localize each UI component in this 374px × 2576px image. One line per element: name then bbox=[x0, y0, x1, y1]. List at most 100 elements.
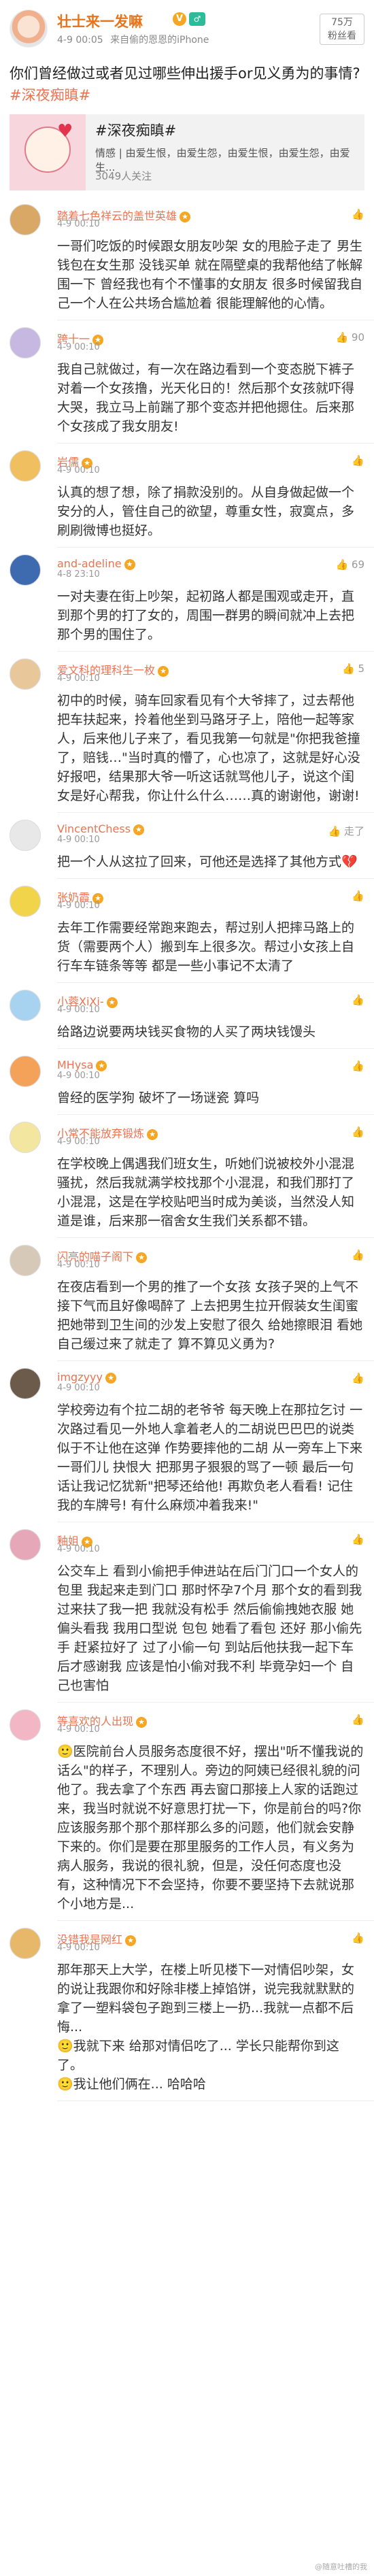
member-badge-icon: ★ bbox=[180, 211, 191, 222]
comment-item: 跨十一 ★ 4-9 00:10 👍 90 我自己就做过，有一次在路边看到一个变态脱下裤子… bbox=[0, 320, 374, 443]
thumbs-up-icon: 👍 bbox=[352, 1932, 364, 1944]
verified-badge-icon: V bbox=[173, 12, 186, 26]
comment-time: 4-9 00:10 bbox=[57, 465, 100, 475]
commenter-avatar[interactable] bbox=[10, 1056, 41, 1087]
comment-text: 那年那天上大学，在楼上听见楼下一对情侣吵架，女的说让我跟你和好除非楼上掉馅饼，说… bbox=[57, 1962, 355, 2092]
topic-follow-count: 3049人关注 bbox=[95, 170, 152, 182]
member-badge-icon: ★ bbox=[147, 1128, 158, 1140]
comment-text: 认真的想了想，除了捐款没别的。从自身做起做一个安分的人，管住自己的欲望，尊重女性… bbox=[57, 485, 355, 538]
thumbs-up-icon: 👍 bbox=[352, 1060, 364, 1072]
commenter-avatar[interactable] bbox=[10, 1529, 41, 1560]
commenter-avatar[interactable] bbox=[10, 1368, 41, 1399]
post-author-name[interactable]: 壮士来一发嘛 bbox=[57, 11, 143, 31]
like-button[interactable]: 👍 bbox=[352, 1249, 364, 1261]
comment-item: 小蓉XiXi- ★ 4-9 00:10 👍 给路边说要两块钱买食物的人买了两块钱馒头 bbox=[0, 983, 374, 1048]
post-hashtag[interactable]: #深夜痴瞋# bbox=[10, 87, 90, 103]
thumbs-up-icon: 👍 bbox=[352, 1372, 364, 1384]
like-button[interactable]: 👍 bbox=[352, 1126, 364, 1138]
comment-text: 初中的时候，骑车回家看见有个大爷摔了，过去帮他把车扶起来，拎着他坐到马路牙子上，… bbox=[57, 693, 360, 803]
comment-text: 去年工作需要经常跑来跑去，帮过别人把摔马路上的货（需要两个人）搬到车上很多次。帮… bbox=[57, 920, 355, 973]
heart-icon: ♥ bbox=[57, 121, 73, 141]
member-badge-icon: ★ bbox=[105, 1372, 116, 1384]
commenter-name[interactable]: MHysa ★ bbox=[57, 1053, 364, 1071]
thumbs-up-icon: 👍 bbox=[352, 1126, 364, 1138]
commenter-name[interactable]: VincentChess ★ bbox=[57, 817, 364, 835]
commenter-avatar[interactable] bbox=[10, 990, 41, 1021]
like-button[interactable]: 👍 bbox=[352, 208, 364, 220]
commenter-avatar[interactable] bbox=[10, 1245, 41, 1276]
watermark: @随意吐槽的我 bbox=[315, 2562, 367, 2571]
comment-item: 没错我是网红 ★ 4-9 00:10 👍 那年那天上大学，在楼上听见楼下一对情侣吵架，… bbox=[0, 1921, 374, 2101]
commenter-avatar[interactable] bbox=[10, 820, 41, 851]
commenter-name[interactable]: 没错我是网红 ★ bbox=[57, 1925, 364, 1946]
commenter-name[interactable]: imgzyyy ★ bbox=[57, 1365, 364, 1384]
like-button[interactable]: 👍 bbox=[352, 994, 364, 1006]
commenter-avatar[interactable] bbox=[10, 327, 41, 358]
commenter-name[interactable]: 岩儒 ★ bbox=[57, 448, 364, 469]
commenter-avatar[interactable] bbox=[10, 1122, 41, 1153]
like-button[interactable]: 👍 走了 bbox=[328, 824, 364, 838]
like-button[interactable]: 👍 bbox=[352, 1713, 364, 1726]
comment-text: 在夜店看到一个男的推了一个女孩 女孩子哭的上气不接下气而且好像喝醉了 上去把男生… bbox=[57, 1279, 363, 1352]
post-meta: 4-9 00:05 来自偷的恩恩的iPhone bbox=[57, 33, 209, 46]
comment-item: VincentChess ★ 4-9 00:10 👍 走了 把一个人从这拉了回来，可他还… bbox=[0, 813, 374, 878]
commenter-avatar[interactable] bbox=[10, 204, 41, 235]
commenter-name[interactable]: 等喜欢的人出现 ★ bbox=[57, 1707, 364, 1728]
like-button[interactable]: 👍 bbox=[352, 1372, 364, 1384]
commenter-name[interactable]: and-adeline ★ bbox=[57, 552, 364, 570]
commenter-avatar[interactable] bbox=[10, 1928, 41, 1959]
commenter-name[interactable]: 小蓉XiXi- ★ bbox=[57, 987, 364, 1008]
like-button[interactable]: 👍 bbox=[352, 890, 364, 902]
commenter-avatar[interactable] bbox=[10, 1709, 41, 1741]
member-badge-icon: ★ bbox=[124, 558, 135, 570]
comment-item: 闪亮的喵子阁下 ★ 4-9 00:10 👍 在夜店看到一个男的推了一个女孩 女孩子哭的… bbox=[0, 1238, 374, 1360]
member-badge-icon: ★ bbox=[136, 1716, 148, 1728]
commenter-name[interactable]: 小常不能放弃锻炼 ★ bbox=[57, 1119, 364, 1140]
comment-text: 把一个人从这拉了回来，可他还是选择了其他方式💔 bbox=[57, 854, 358, 869]
thumbs-up-icon: 👍 bbox=[352, 454, 364, 467]
member-badge-icon: ★ bbox=[125, 1935, 137, 1946]
thumbs-up-icon: 👍 bbox=[335, 331, 352, 344]
thumbs-up-icon: 👍 bbox=[352, 994, 364, 1006]
comment-item: 爱文科的理科生一枚 ★ 4-9 00:10 👍 5 初中的时候，骑车回家看见有个大爷摔了… bbox=[0, 652, 374, 812]
comment-item: 岩儒 ★ 4-9 00:10 👍 认真的想了想，除了捐款没别的。从自身做起做一个安分的… bbox=[0, 444, 374, 547]
comment-time: 4-9 00:10 bbox=[57, 1383, 100, 1393]
like-button[interactable]: 👍 bbox=[352, 1060, 364, 1072]
post-author-avatar[interactable] bbox=[10, 10, 48, 48]
commenter-avatar[interactable] bbox=[10, 658, 41, 690]
comment-time: 4-8 23:10 bbox=[57, 569, 100, 580]
commenter-name[interactable]: 闪亮的喵子阁下 ★ bbox=[57, 1242, 364, 1263]
like-count: 走了 bbox=[343, 825, 364, 837]
commenter-avatar[interactable] bbox=[10, 886, 41, 917]
like-button[interactable]: 👍 bbox=[352, 454, 364, 467]
commenter-name[interactable]: 张奶霞 ★ bbox=[57, 883, 364, 904]
commenter-name-text: VincentChess bbox=[57, 822, 131, 835]
commenter-name[interactable]: 釉姐 ★ bbox=[57, 1526, 364, 1548]
post-source: 来自偷的恩恩的iPhone bbox=[110, 35, 209, 46]
post-header: 壮士来一发嘛 V ♂ 4-9 00:05 来自偷的恩恩的iPhone 75万 粉… bbox=[0, 0, 374, 48]
thumbs-up-icon: 👍 bbox=[335, 558, 352, 571]
follower-box[interactable]: 75万 粉丝看 bbox=[320, 14, 364, 45]
like-button[interactable]: 👍 5 bbox=[342, 663, 364, 675]
like-button[interactable]: 👍 bbox=[352, 1932, 364, 1944]
commenter-name[interactable]: 爱文科的理科生一枚 ★ bbox=[57, 656, 364, 677]
commenter-avatar[interactable] bbox=[10, 554, 41, 586]
commenter-avatar[interactable] bbox=[10, 450, 41, 482]
commenter-name[interactable]: 跨十一 ★ bbox=[57, 324, 364, 346]
comment-item: 釉姐 ★ 4-9 00:10 👍 公交车上 看到小偷把手伸进站在后门门口一个女人的包里… bbox=[0, 1522, 374, 1702]
commenter-name[interactable]: 踏着七色祥云的盖世英雄 ★ bbox=[57, 201, 364, 222]
like-button[interactable]: 👍 69 bbox=[335, 558, 364, 571]
topic-card[interactable]: ♥ #深夜痴瞋# 情感 | 由爱生恨，由爱生怨，由爱生恨，由爱生怨，由爱生...… bbox=[10, 114, 364, 190]
member-badge-icon: ★ bbox=[133, 824, 145, 835]
thumbs-up-icon: 👍 bbox=[342, 663, 358, 675]
topic-title: #深夜痴瞋# bbox=[95, 122, 177, 139]
thumbs-up-icon: 👍 bbox=[352, 1249, 364, 1261]
comment-item: 小常不能放弃锻炼 ★ 4-9 00:10 👍 在学校晚上偶遇我们班女生，听她们说被校外… bbox=[0, 1115, 374, 1237]
thumbs-up-icon: 👍 bbox=[328, 825, 344, 837]
comment-item: MHysa ★ 4-9 00:10 👍 曾经的医学狗 破坏了一场谜瓷 算吗 bbox=[0, 1049, 374, 1114]
comment-time: 4-9 00:10 bbox=[57, 1071, 100, 1081]
like-count: 69 bbox=[351, 558, 364, 571]
like-button[interactable]: 👍 90 bbox=[335, 331, 364, 344]
commenter-name-text: MHysa bbox=[57, 1058, 94, 1071]
like-button[interactable]: 👍 bbox=[352, 1533, 364, 1545]
